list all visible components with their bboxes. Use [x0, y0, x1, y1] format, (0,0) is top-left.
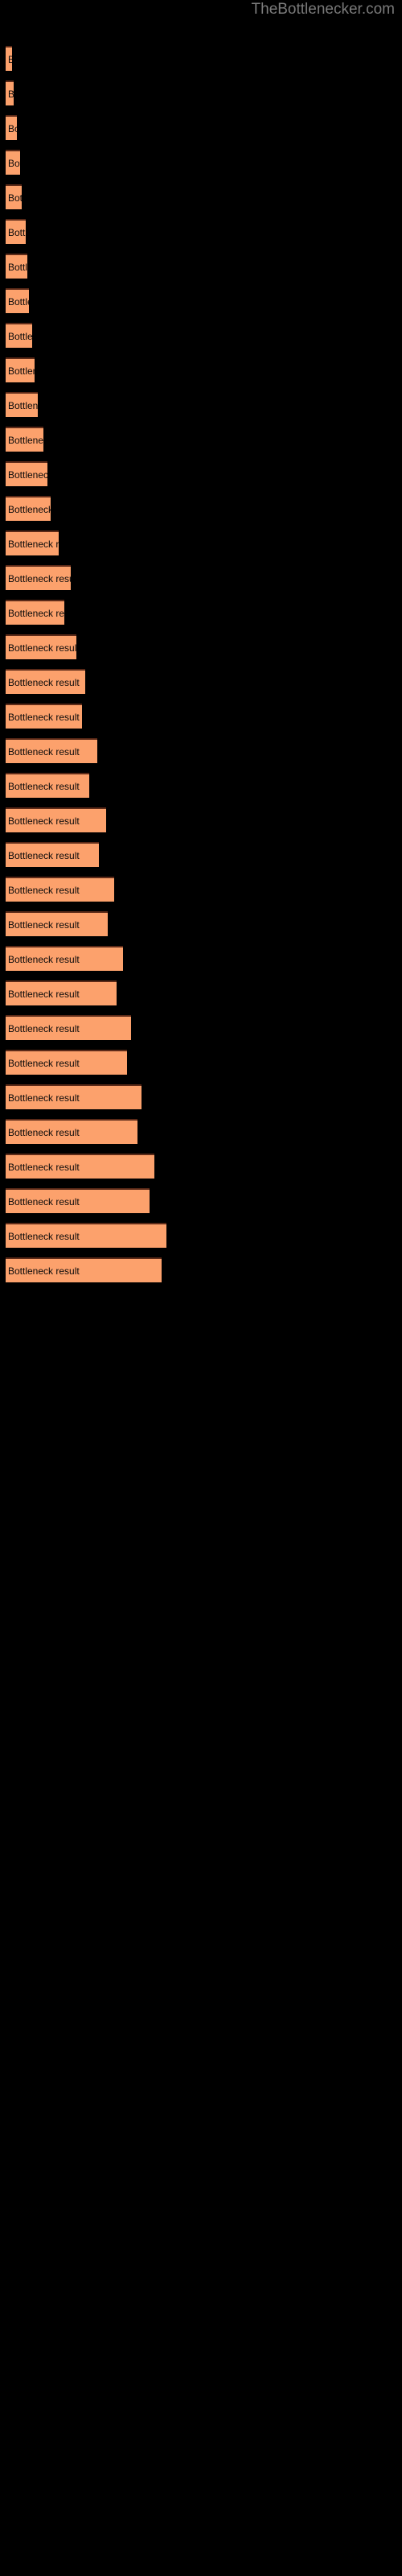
- bar-24: Bottleneck result: [6, 877, 114, 902]
- bar-26: Bottleneck result: [6, 946, 123, 971]
- bar-label-17: Bottleneck result: [8, 642, 76, 654]
- bar-label-25: Bottleneck result: [8, 919, 80, 931]
- bar-label-20: Bottleneck result: [8, 745, 80, 758]
- bar-17: Bottleneck result: [6, 634, 76, 659]
- bar-7: Bottleneck result: [6, 288, 29, 313]
- bar-11: Bottleneck result: [6, 427, 43, 452]
- bar-31: Bottleneck result: [6, 1119, 137, 1144]
- bar-label-28: Bottleneck result: [8, 1022, 80, 1034]
- bar-label-6: Bottleneck result: [8, 261, 27, 273]
- bar-label-33: Bottleneck result: [8, 1195, 80, 1208]
- bar-15: Bottleneck result: [6, 565, 71, 590]
- bar-22: Bottleneck result: [6, 807, 106, 832]
- bar-27: Bottleneck result: [6, 980, 117, 1005]
- bar-5: Bottleneck result: [6, 219, 26, 244]
- bar-35: Bottleneck result: [6, 1257, 162, 1282]
- bar-3: Bottleneck result: [6, 150, 20, 175]
- bar-label-0: Bottleneck result: [8, 54, 12, 65]
- bar-label-7: Bottleneck result: [8, 295, 29, 308]
- bar-10: Bottleneck result: [6, 392, 38, 417]
- bar-label-18: Bottleneck result: [8, 676, 80, 688]
- bar-9: Bottleneck result: [6, 357, 35, 382]
- bar-label-4: Bottleneck result: [8, 192, 22, 204]
- bar-28: Bottleneck result: [6, 1015, 131, 1040]
- bar-14: Bottleneck result: [6, 530, 59, 555]
- bar-23: Bottleneck result: [6, 842, 99, 867]
- bar-25: Bottleneck result: [6, 911, 108, 936]
- bar-33: Bottleneck result: [6, 1188, 150, 1213]
- bar-16: Bottleneck result: [6, 600, 64, 625]
- bar-21: Bottleneck result: [6, 773, 89, 798]
- bar-8: Bottleneck result: [6, 323, 32, 348]
- bar-13: Bottleneck result: [6, 496, 51, 521]
- bar-label-30: Bottleneck result: [8, 1092, 80, 1104]
- bar-label-29: Bottleneck result: [8, 1057, 80, 1069]
- bar-label-13: Bottleneck result: [8, 503, 51, 515]
- bar-label-35: Bottleneck result: [8, 1265, 80, 1277]
- bar-label-2: Bottleneck result: [8, 122, 17, 134]
- bar-label-14: Bottleneck result: [8, 538, 59, 550]
- bar-30: Bottleneck result: [6, 1084, 142, 1109]
- bar-20: Bottleneck result: [6, 738, 97, 763]
- bar-0: Bottleneck result: [6, 46, 12, 71]
- bar-label-31: Bottleneck result: [8, 1126, 80, 1138]
- bar-label-8: Bottleneck result: [8, 330, 32, 342]
- bar-label-34: Bottleneck result: [8, 1230, 80, 1242]
- bar-18: Bottleneck result: [6, 669, 85, 694]
- bar-label-27: Bottleneck result: [8, 988, 80, 1000]
- bar-label-32: Bottleneck result: [8, 1161, 80, 1173]
- bar-label-16: Bottleneck result: [8, 607, 64, 619]
- bar-label-10: Bottleneck result: [8, 399, 38, 411]
- bar-29: Bottleneck result: [6, 1050, 127, 1075]
- bar-label-15: Bottleneck result: [8, 572, 71, 584]
- bar-1: Bottleneck result: [6, 80, 14, 105]
- bar-6: Bottleneck result: [6, 254, 27, 279]
- bar-34: Bottleneck result: [6, 1223, 166, 1248]
- bar-label-26: Bottleneck result: [8, 953, 80, 965]
- bar-2: Bottleneck result: [6, 115, 17, 140]
- bar-label-11: Bottleneck result: [8, 434, 43, 446]
- bar-label-1: Bottleneck result: [8, 89, 14, 100]
- bar-label-3: Bottleneck result: [8, 157, 20, 169]
- horizontal-bar-chart: Bottleneck result Bottleneck result Bottle…: [0, 0, 402, 2576]
- bar-label-21: Bottleneck result: [8, 780, 80, 792]
- bar-label-9: Bottleneck result: [8, 365, 35, 377]
- bar-label-23: Bottleneck result: [8, 849, 80, 861]
- bar-label-5: Bottleneck result: [8, 226, 26, 238]
- bar-19: Bottleneck result: [6, 704, 82, 729]
- bar-label-19: Bottleneck result: [8, 711, 80, 723]
- bar-label-22: Bottleneck result: [8, 815, 80, 827]
- bar-label-24: Bottleneck result: [8, 884, 80, 896]
- bar-4: Bottleneck result: [6, 184, 22, 209]
- bar-12: Bottleneck result: [6, 461, 47, 486]
- bar-label-12: Bottleneck result: [8, 469, 47, 481]
- bar-32: Bottleneck result: [6, 1154, 154, 1179]
